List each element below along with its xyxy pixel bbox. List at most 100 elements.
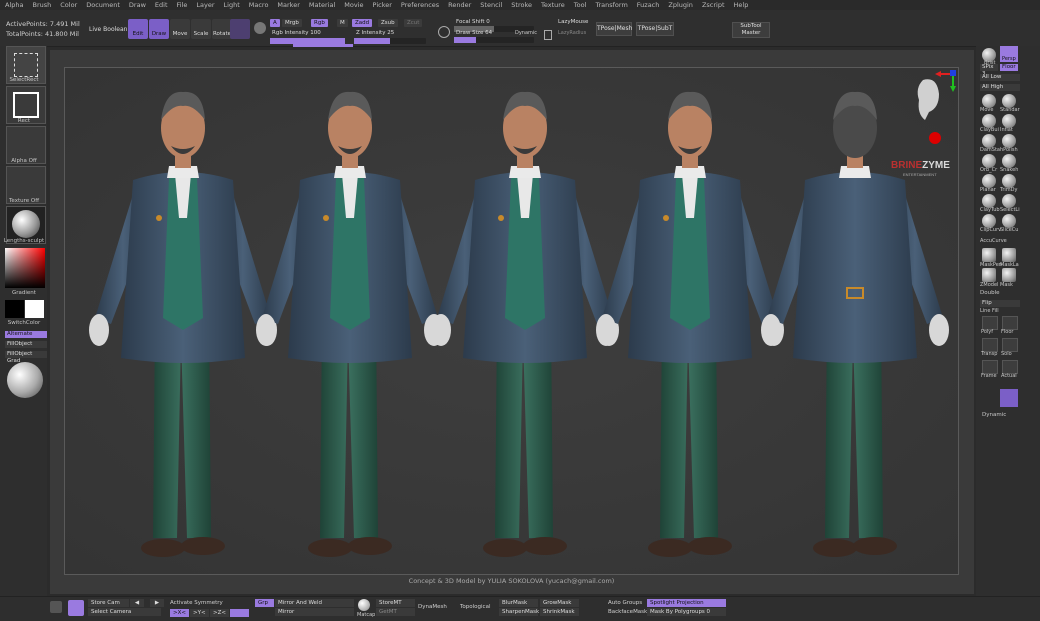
mask-by-polygroups-slider[interactable]: Mask By Polygroups 0 (647, 608, 726, 616)
zsub-toggle[interactable]: Zsub (378, 19, 398, 27)
spotlight-projection-button[interactable]: Spotlight Projection (647, 599, 726, 607)
zadd-toggle[interactable]: Zadd (352, 19, 373, 27)
select-camera-button[interactable]: Select Camera (88, 608, 161, 616)
dynamesh-button[interactable]: DynaMesh (418, 604, 447, 610)
view-transp-icon[interactable] (982, 338, 998, 352)
fill-object-grad-button[interactable]: FillObject Grad (5, 351, 47, 364)
lazy-icon[interactable] (544, 30, 552, 40)
activate-symmetry-label[interactable]: Activate Symmetry (170, 600, 223, 606)
brush-claybui-icon[interactable] (982, 114, 996, 128)
secondary-color-swatch[interactable] (25, 300, 44, 318)
menu-document[interactable]: Document (81, 0, 124, 10)
draw-size-slider[interactable] (454, 37, 534, 43)
store-camera-icon[interactable] (68, 600, 84, 616)
dynamic-persp-button[interactable] (1000, 389, 1018, 407)
color-picker[interactable] (5, 248, 45, 288)
brush-claytub-icon[interactable] (982, 194, 996, 208)
live-boolean-button[interactable]: Live Boolean (89, 26, 127, 33)
fill-object-button[interactable]: FillObject (5, 341, 47, 348)
brush-slicecu-icon[interactable] (1002, 214, 1016, 228)
menu-zoom[interactable]: Fuzach (632, 0, 664, 10)
sym-x-button[interactable]: >X< (170, 609, 189, 617)
get-mt-button[interactable]: GetMT (376, 608, 415, 616)
m-toggle[interactable]: M (337, 19, 348, 27)
mirror-weld-button[interactable]: Mirror And Weld (275, 599, 354, 607)
matcap-sphere-icon[interactable] (7, 362, 43, 398)
menu-help[interactable]: Help (729, 0, 753, 10)
store-cam-button[interactable]: Store Cam (88, 599, 129, 607)
menu-zscript[interactable]: Zscript (697, 0, 729, 10)
menu-tool[interactable]: Tool (569, 0, 591, 10)
menu-macro[interactable]: Macro (244, 0, 273, 10)
brush-planar-icon[interactable] (982, 174, 996, 188)
subtool-master-button[interactable]: SubTool Master (732, 22, 770, 38)
menu-render[interactable]: Render (443, 0, 475, 10)
grp-button[interactable]: Grp (255, 599, 274, 607)
line-fill-toggle[interactable]: Line Fill (980, 308, 999, 314)
menu-material[interactable]: Material (304, 0, 339, 10)
brush-clipcurv-icon[interactable] (982, 214, 996, 228)
next-camera-button[interactable]: ▶ (150, 599, 164, 607)
brush-trimdy-icon[interactable] (1002, 174, 1016, 188)
menu-alpha[interactable]: Alpha (0, 0, 27, 10)
view-floor-icon[interactable] (1002, 316, 1018, 330)
shrink-mask-button[interactable]: ShrinkMask (540, 608, 579, 616)
prev-camera-button[interactable]: ◀ (130, 599, 144, 607)
sharpen-mask-button[interactable]: SharpenMask (499, 608, 539, 616)
all-high-button[interactable]: All High (980, 84, 1020, 91)
camera-icon[interactable] (50, 601, 62, 613)
menu-color[interactable]: Color (55, 0, 81, 10)
zmodeler-icon[interactable] (982, 268, 996, 282)
lazymouse-toggle[interactable]: LazyMouse (558, 19, 588, 25)
brush-damsta-icon[interactable] (982, 134, 996, 148)
menu-texture[interactable]: Texture (536, 0, 569, 10)
view-actual-icon[interactable] (1002, 360, 1018, 374)
view-polyf-icon[interactable] (982, 316, 998, 330)
tpose-subt-button[interactable]: TPose|SubT (636, 22, 674, 36)
store-mt-button[interactable]: StoreMT (376, 599, 415, 607)
matcap-icon[interactable] (358, 599, 370, 611)
menu-movie[interactable]: Movie (339, 0, 367, 10)
a-toggle[interactable]: A (270, 19, 280, 27)
menu-stencil[interactable]: Stencil (475, 0, 506, 10)
spix-slider[interactable]: SPix 3 (980, 64, 998, 77)
brush-inflat-icon[interactable] (1002, 114, 1016, 128)
document-canvas[interactable]: BRINEZYME ENTERTAINMENT Concept & 3D Mod… (64, 67, 959, 575)
floor-button[interactable]: Floor (1000, 64, 1018, 71)
double-toggle[interactable]: Double (980, 290, 1000, 296)
sym-z-button[interactable]: >Z< (210, 609, 229, 617)
mask-icon[interactable] (1002, 268, 1016, 282)
menu-light[interactable]: Light (219, 0, 244, 10)
auto-groups-button[interactable]: Auto Groups (608, 600, 642, 606)
focal-icon[interactable] (438, 26, 450, 38)
menu-brush[interactable]: Brush (27, 0, 55, 10)
brush-selectli-icon[interactable] (1002, 194, 1016, 208)
topological-button[interactable]: Topological (460, 604, 490, 610)
menu-edit[interactable]: Edit (150, 0, 172, 10)
gizmo-icon[interactable] (230, 19, 250, 39)
menu-preferences[interactable]: Preferences (396, 0, 443, 10)
mrgb-toggle[interactable]: Mrgb (282, 19, 302, 27)
menu-marker[interactable]: Marker (272, 0, 303, 10)
brush-move-icon[interactable] (982, 94, 996, 108)
mirror-button[interactable]: Mirror (275, 608, 354, 616)
grow-mask-button[interactable]: GrowMask (540, 599, 579, 607)
zcut-toggle[interactable]: Zcut (404, 19, 423, 27)
menu-file[interactable]: File (172, 0, 192, 10)
dynamic-toggle[interactable]: Dynamic (515, 30, 537, 36)
menu-draw[interactable]: Draw (124, 0, 150, 10)
menu-layer[interactable]: Layer (191, 0, 218, 10)
maskpen-icon[interactable] (982, 248, 996, 262)
brush-standar-icon[interactable] (1002, 94, 1016, 108)
backface-mask-button[interactable]: BackfaceMask (608, 609, 647, 615)
main-color-swatch[interactable] (5, 300, 24, 318)
brush-orb_cr-icon[interactable] (982, 154, 996, 168)
view-frame-icon[interactable] (982, 360, 998, 374)
rgb-toggle[interactable]: Rgb (311, 19, 328, 27)
masklasso-icon[interactable] (1002, 248, 1016, 262)
sym-y-button[interactable]: >Y< (190, 609, 209, 617)
menu-zplugin[interactable]: Zplugin (663, 0, 697, 10)
all-low-button[interactable]: All Low (980, 74, 1020, 81)
accucurve-toggle[interactable]: AccuCurve (980, 238, 1007, 244)
menu-stroke[interactable]: Stroke (506, 0, 536, 10)
